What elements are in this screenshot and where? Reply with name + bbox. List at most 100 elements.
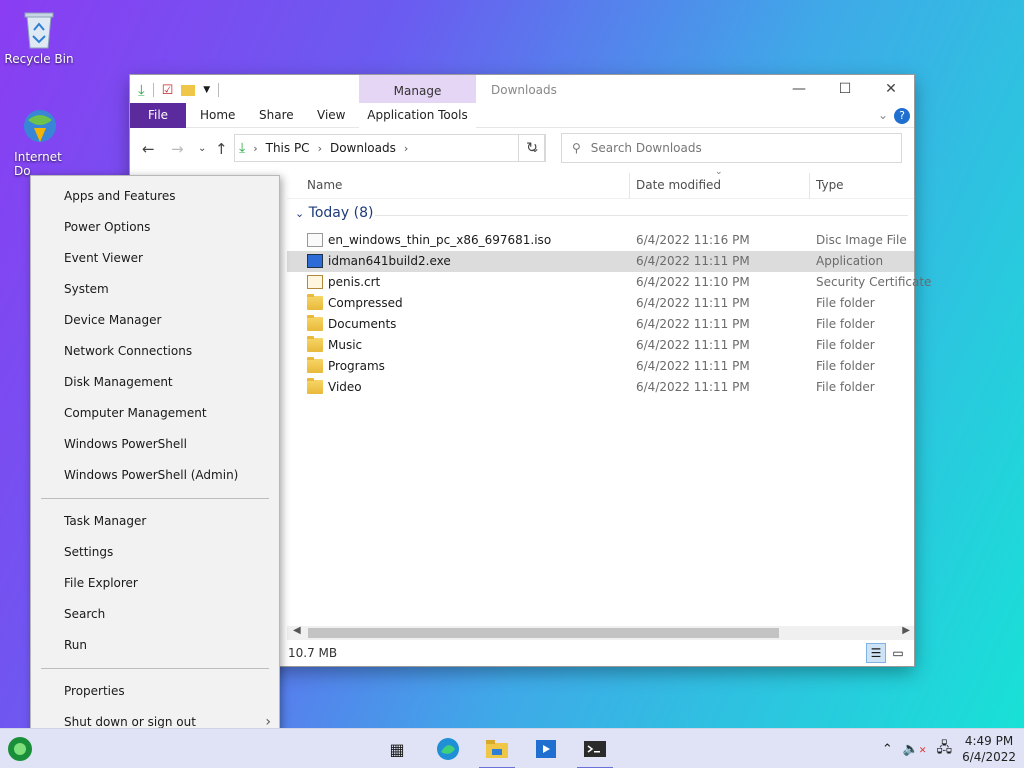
- clock-date: 6/4/2022: [962, 750, 1016, 764]
- column-header-name[interactable]: Name: [307, 178, 342, 192]
- tab-file[interactable]: File: [130, 103, 186, 128]
- scroll-left-icon[interactable]: ◀: [293, 625, 301, 636]
- menu-item-event-viewer[interactable]: Event Viewer: [31, 243, 279, 274]
- file-list-pane: Name Date modified ⌄ Type ⌄ Today (8) en…: [287, 165, 931, 640]
- idm-desktop-icon[interactable]: Internet Do: [0, 106, 76, 178]
- tab-application-tools[interactable]: Application Tools: [359, 103, 476, 128]
- refresh-button[interactable]: ↻: [518, 134, 546, 162]
- manage-label: Manage: [393, 84, 442, 98]
- file-type: Application: [816, 254, 884, 268]
- maximize-button[interactable]: ☐: [822, 75, 868, 103]
- file-date: 6/4/2022 11:11 PM: [636, 317, 750, 331]
- file-row[interactable]: penis.crt 6/4/2022 11:10 PM Security Certi…: [287, 272, 931, 293]
- up-arrow-icon[interactable]: ↑: [215, 140, 228, 158]
- customize-qat-icon[interactable]: ▼: [203, 85, 210, 95]
- scrollbar-thumb[interactable]: [308, 628, 779, 638]
- menu-item-device-manager[interactable]: Device Manager: [31, 305, 279, 336]
- title-bar: ⤓ ☑ ▼ Manage Downloads — ☐ ✕: [130, 75, 914, 128]
- menu-item-properties[interactable]: Properties: [31, 676, 279, 707]
- network-icon[interactable]: 🖧: [936, 737, 952, 761]
- file-row[interactable]: Documents 6/4/2022 11:11 PM File folder: [287, 314, 914, 335]
- tab-share[interactable]: Share: [259, 103, 294, 128]
- menu-item-computer-management[interactable]: Computer Management: [31, 398, 279, 429]
- show-hidden-icons-chevron-icon[interactable]: ⌃: [882, 742, 893, 757]
- tab-home[interactable]: Home: [200, 103, 235, 128]
- file-row[interactable]: en_windows_thin_pc_x86_697681.iso 6/4/202…: [287, 230, 914, 251]
- breadcrumb-this-pc[interactable]: This PC: [266, 141, 310, 155]
- search-placeholder: Search Downloads: [590, 141, 702, 155]
- properties-icon[interactable]: ☑: [162, 83, 174, 98]
- menu-item-label: Network Connections: [64, 344, 193, 358]
- group-header-today[interactable]: ⌄ Today (8): [295, 205, 914, 221]
- file-row[interactable]: Video 6/4/2022 11:11 PM File folder: [287, 377, 914, 398]
- menu-item-run[interactable]: Run: [31, 630, 279, 661]
- scroll-right-icon[interactable]: ▶: [902, 625, 910, 636]
- file-date: 6/4/2022 11:11 PM: [636, 254, 750, 268]
- menu-item-search[interactable]: Search: [31, 599, 279, 630]
- menu-item-file-explorer[interactable]: File Explorer: [31, 568, 279, 599]
- tab-view[interactable]: View: [317, 103, 345, 128]
- menu-item-windows-powershell[interactable]: Windows PowerShell: [31, 429, 279, 460]
- menu-item-system[interactable]: System: [31, 274, 279, 305]
- menu-item-network-connections[interactable]: Network Connections: [31, 336, 279, 367]
- file-type: File folder: [816, 317, 875, 331]
- file-row[interactable]: Programs 6/4/2022 11:11 PM File folder: [287, 356, 914, 377]
- file-name: Video: [328, 380, 362, 394]
- file-row[interactable]: idman641build2.exe 6/4/2022 11:11 PM Appli…: [287, 251, 914, 272]
- menu-item-label: Apps and Features: [64, 189, 176, 203]
- recycle-bin-icon: [19, 8, 59, 50]
- download-icon[interactable]: ⤓: [138, 81, 145, 99]
- menu-item-label: Run: [64, 638, 88, 652]
- recycle-bin-desktop-icon[interactable]: Recycle Bin: [1, 8, 77, 66]
- menu-item-label: Task Manager: [64, 514, 147, 528]
- menu-item-power-options[interactable]: Power Options: [31, 212, 279, 243]
- breadcrumb-downloads[interactable]: Downloads: [330, 141, 396, 155]
- expand-ribbon-chevron-icon[interactable]: ⌄: [878, 103, 888, 128]
- file-type: File folder: [816, 380, 875, 394]
- file-date: 6/4/2022 11:11 PM: [636, 380, 750, 394]
- task-view-icon[interactable]: ▦: [383, 735, 411, 763]
- folder-icon: [307, 294, 323, 310]
- volume-muted-icon[interactable]: 🔈✕: [903, 742, 927, 757]
- menu-item-label: Device Manager: [64, 313, 162, 327]
- menu-item-windows-powershell-admin[interactable]: Windows PowerShell (Admin): [31, 460, 279, 491]
- menu-item-apps-and-features[interactable]: Apps and Features: [31, 181, 279, 212]
- menu-item-disk-management[interactable]: Disk Management: [31, 367, 279, 398]
- column-header-date[interactable]: Date modified: [636, 178, 721, 192]
- new-folder-icon[interactable]: [181, 84, 196, 96]
- clock-time: 4:49 PM: [964, 734, 1014, 748]
- search-input[interactable]: ⚲ Search Downloads: [561, 133, 902, 163]
- breadcrumb-separator-icon: ›: [317, 141, 322, 155]
- breadcrumb-separator-icon: ›: [253, 141, 258, 155]
- horizontal-scrollbar[interactable]: ◀ ▶: [287, 625, 914, 640]
- large-icons-view-icon[interactable]: ▭: [888, 643, 908, 663]
- file-rows: en_windows_thin_pc_x86_697681.iso 6/4/202…: [287, 230, 931, 398]
- menu-item-task-manager[interactable]: Task Manager: [31, 506, 279, 537]
- forward-arrow-icon[interactable]: →: [171, 140, 184, 158]
- menu-item-label: Properties: [64, 684, 125, 698]
- clock[interactable]: 4:49 PM 6/4/2022: [962, 733, 1016, 765]
- file-type: File folder: [816, 338, 875, 352]
- file-explorer-taskbar-icon[interactable]: [479, 735, 515, 768]
- start-button-icon[interactable]: [6, 735, 34, 763]
- help-icon[interactable]: ?: [894, 108, 910, 124]
- terminal-icon[interactable]: [577, 735, 613, 768]
- selected-size: 10.7 MB: [288, 646, 338, 660]
- menu-item-settings[interactable]: Settings: [31, 537, 279, 568]
- file-row[interactable]: Compressed 6/4/2022 11:11 PM File folder: [287, 293, 914, 314]
- menu-item-label: File Explorer: [64, 576, 138, 590]
- menu-item-label: Power Options: [64, 220, 151, 234]
- media-player-icon[interactable]: [532, 735, 560, 763]
- address-bar[interactable]: ⤓ › This PC › Downloads › ⌄: [234, 134, 545, 162]
- idm-label-line1: Internet: [14, 150, 62, 164]
- column-header-type[interactable]: Type: [816, 178, 844, 192]
- file-row[interactable]: Music 6/4/2022 11:11 PM File folder: [287, 335, 914, 356]
- edge-browser-icon[interactable]: [434, 735, 462, 763]
- minimize-button[interactable]: —: [776, 75, 822, 103]
- file-name: en_windows_thin_pc_x86_697681.iso: [328, 233, 552, 247]
- details-view-icon[interactable]: ☰: [866, 643, 886, 663]
- back-arrow-icon[interactable]: ←: [142, 140, 155, 158]
- folder-icon: [307, 315, 323, 331]
- close-button[interactable]: ✕: [868, 75, 914, 103]
- recent-locations-chevron-icon[interactable]: ⌄: [198, 143, 206, 154]
